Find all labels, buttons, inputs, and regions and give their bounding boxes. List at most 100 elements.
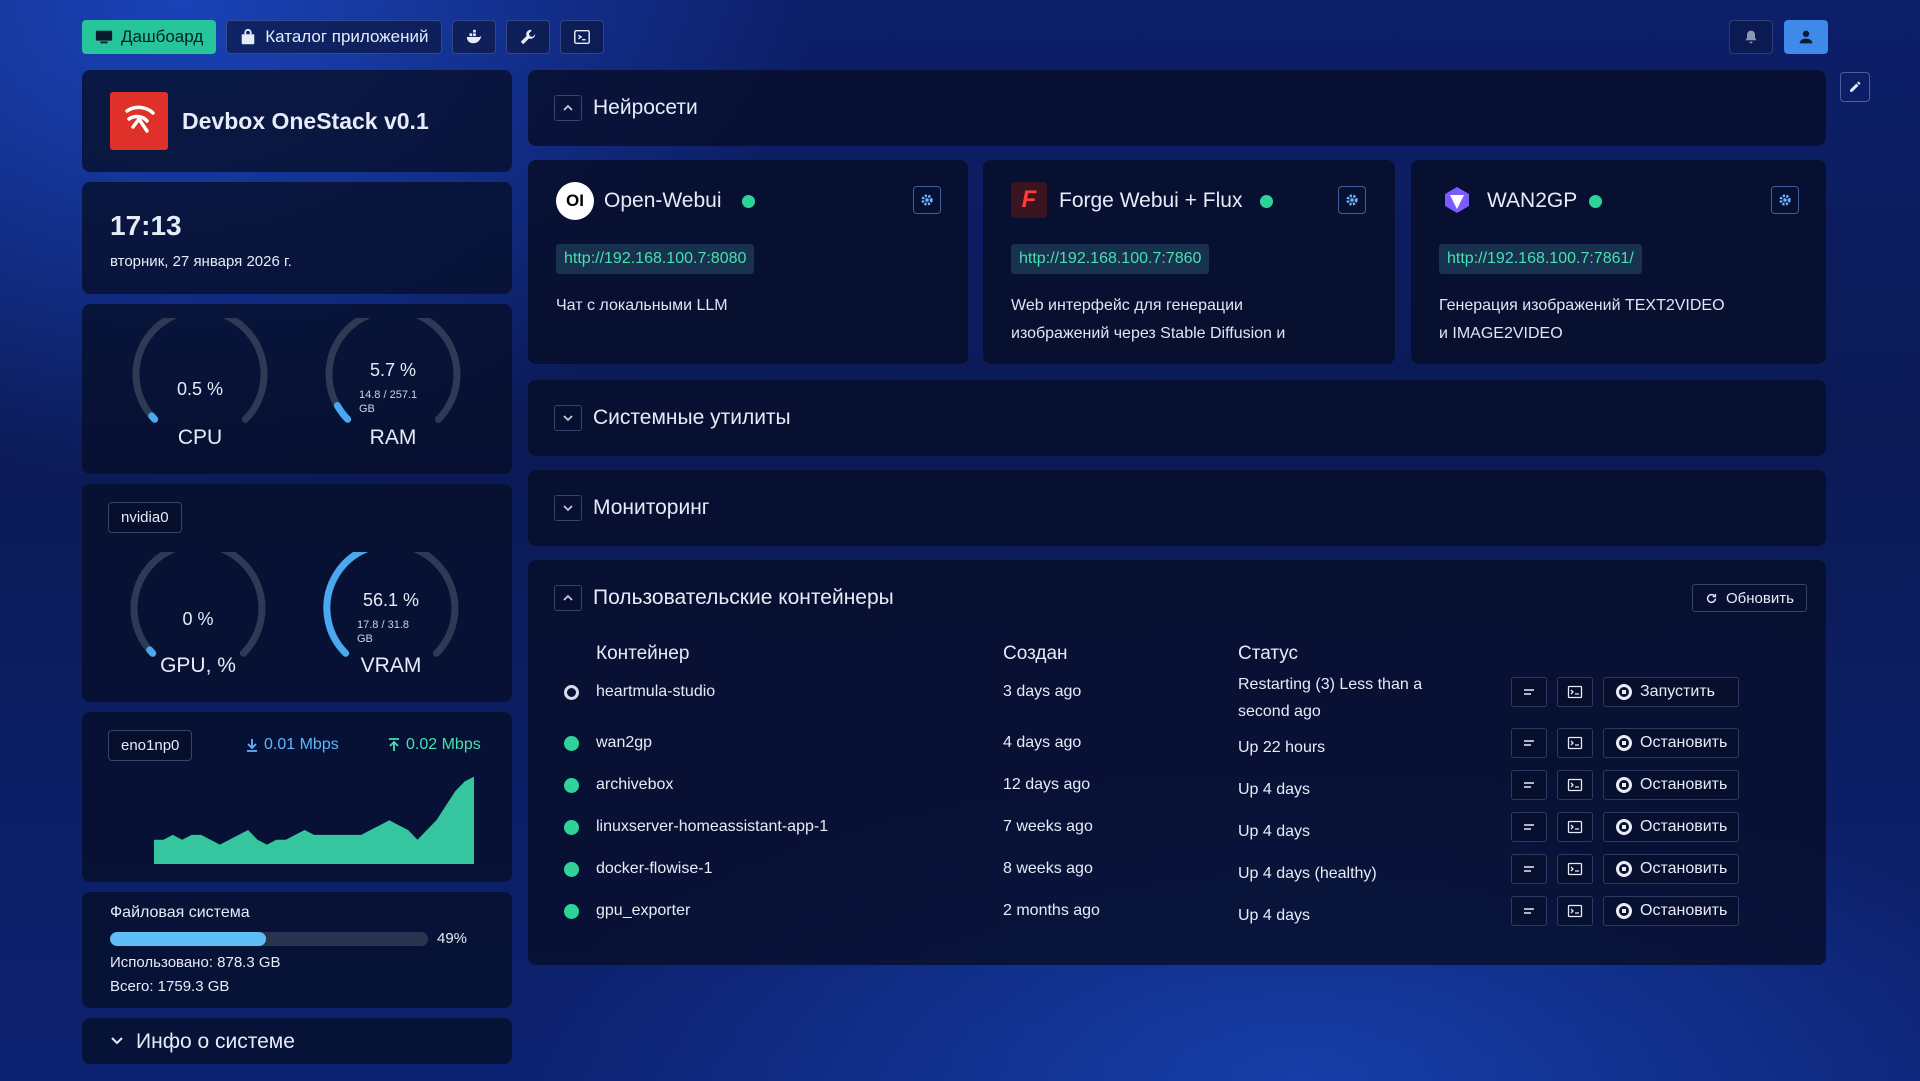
- app-card-wan2gp[interactable]: WAN2GP http://192.168.100.7:7861/ Генера…: [1411, 160, 1826, 364]
- logs-icon: [1524, 689, 1534, 695]
- container-created: 2 months ago: [1003, 902, 1100, 919]
- cpu-ram-card: 0.5 % CPU 5.7 % 14.8 / 257.1 GB RAM: [82, 304, 512, 474]
- container-status: Up 4 days: [1238, 907, 1311, 924]
- console-button[interactable]: [1557, 896, 1593, 926]
- bell-icon: [1745, 30, 1757, 44]
- console-button[interactable]: [1557, 812, 1593, 842]
- edit-layout-button[interactable]: [1840, 72, 1870, 102]
- app-settings-button[interactable]: [913, 186, 941, 214]
- container-name: heartmula-studio: [596, 683, 716, 700]
- refresh-button[interactable]: Обновить: [1692, 584, 1807, 612]
- container-created: 12 days ago: [1003, 776, 1091, 793]
- terminal-button[interactable]: [559, 20, 604, 54]
- filesystem-bar: [110, 932, 428, 946]
- stop-button[interactable]: Остановить: [1603, 896, 1739, 926]
- gpu-gauge-track: [130, 552, 266, 657]
- stop-button[interactable]: Остановить: [1603, 854, 1739, 884]
- open-webui-logo-text: OI: [566, 191, 584, 210]
- logs-button[interactable]: [1511, 728, 1547, 758]
- clock-card: 17:13 вторник, 27 января 2026 г.: [82, 182, 512, 294]
- filesystem-title: Файловая система: [110, 904, 250, 921]
- docker-button[interactable]: [451, 20, 496, 54]
- chevron-down-icon: [111, 1037, 123, 1045]
- gpu-value: 0 %: [182, 609, 214, 629]
- stop-icon: [1616, 819, 1632, 835]
- nav-catalog-button[interactable]: Каталог приложений: [226, 20, 442, 54]
- app-description: Web интерфейс для генерации изображений ч…: [1011, 292, 1351, 348]
- sysinfo-toggle[interactable]: Инфо о системе: [82, 1018, 512, 1064]
- start-icon: [1616, 684, 1632, 700]
- ram-value: 5.7 %: [369, 360, 417, 380]
- section-containers-collapse-button[interactable]: [554, 585, 582, 611]
- ram-detail-amount: 14.8 / 257.1: [359, 389, 418, 401]
- section-ai-header[interactable]: Нейросети: [528, 70, 1826, 146]
- logs-button[interactable]: [1511, 896, 1547, 926]
- vram-value: 56.1 %: [362, 590, 420, 610]
- action-label: Остановить: [1640, 860, 1728, 877]
- console-button[interactable]: [1557, 770, 1593, 800]
- onestack-logo-icon: [125, 105, 155, 133]
- logs-icon: [1524, 824, 1534, 830]
- logs-icon: [1524, 866, 1534, 872]
- gpu-gauge: [130, 552, 266, 657]
- app-description-line: и IMAGE2VIDEO: [1439, 325, 1563, 342]
- status-dot: [1260, 195, 1273, 208]
- table-row: archivebox 12 days ago Up 4 days Останов…: [528, 770, 1828, 800]
- section-utils-expand-button[interactable]: [554, 405, 582, 431]
- app-settings-button[interactable]: [1338, 186, 1366, 214]
- logs-button[interactable]: [1511, 770, 1547, 800]
- gear-icon: [1779, 194, 1791, 206]
- stop-button[interactable]: Остановить: [1603, 770, 1739, 800]
- cpu-gauge-track: [132, 318, 268, 423]
- app-url-link[interactable]: http://192.168.100.7:8080: [556, 244, 755, 274]
- app-card-open-webui[interactable]: OI Open-Webui http://192.168.100.7:8080 …: [528, 160, 968, 364]
- app-description-line: Генерация изображений TEXT2VIDEO: [1439, 297, 1725, 314]
- network-down-value: 0.01 Mbps: [264, 736, 339, 753]
- network-area: [154, 776, 474, 864]
- app-title: WAN2GP: [1487, 189, 1578, 212]
- section-ai-collapse-button[interactable]: [554, 95, 582, 121]
- app-url-link[interactable]: http://192.168.100.7:7861/: [1439, 244, 1642, 274]
- stop-button[interactable]: Остановить: [1603, 728, 1739, 758]
- status-indicator-restarting: [564, 685, 579, 700]
- cpu-label: CPU: [177, 426, 223, 449]
- refresh-icon: [1706, 593, 1717, 603]
- table-row: linuxserver-homeassistant-app-1 7 weeks …: [528, 812, 1828, 842]
- tools-button[interactable]: [505, 20, 550, 54]
- upload-icon: [389, 738, 399, 751]
- section-monitoring-expand-button[interactable]: [554, 495, 582, 521]
- terminal-icon: [1567, 736, 1583, 750]
- start-button[interactable]: Запустить: [1603, 677, 1739, 707]
- user-button[interactable]: [1784, 20, 1828, 54]
- container-created: 7 weeks ago: [1003, 818, 1093, 835]
- app-description: Чат с локальными LLM: [556, 297, 728, 314]
- console-button[interactable]: [1557, 677, 1593, 707]
- column-header-container: Контейнер: [596, 643, 690, 664]
- status-indicator-up: [564, 778, 579, 793]
- brand-logo: [110, 92, 168, 150]
- gpu-device-chip[interactable]: nvidia0: [108, 502, 182, 533]
- logs-button[interactable]: [1511, 854, 1547, 884]
- logs-button[interactable]: [1511, 812, 1547, 842]
- gear-icon: [1346, 194, 1358, 206]
- notifications-button[interactable]: [1729, 20, 1773, 54]
- gear-icon: [921, 194, 933, 206]
- refresh-label: Обновить: [1726, 589, 1794, 607]
- section-utils-header[interactable]: Системные утилиты: [528, 380, 1826, 456]
- app-url-link[interactable]: http://192.168.100.7:7860: [1011, 244, 1210, 274]
- console-button[interactable]: [1557, 854, 1593, 884]
- filesystem-used: Использовано: 878.3 GB: [110, 954, 281, 971]
- network-iface-chip[interactable]: eno1np0: [108, 730, 193, 761]
- logs-button[interactable]: [1511, 677, 1547, 707]
- chevron-down-icon: [563, 415, 573, 422]
- table-row: heartmula-studio 3 days ago Restarting (…: [528, 676, 1828, 720]
- terminal-icon: [1567, 778, 1583, 792]
- section-monitoring-header[interactable]: Мониторинг: [528, 470, 1826, 546]
- app-card-forge-webui[interactable]: F Forge Webui + Flux http://192.168.100.…: [983, 160, 1395, 364]
- console-button[interactable]: [1557, 728, 1593, 758]
- app-settings-button[interactable]: [1771, 186, 1799, 214]
- vram-label: VRAM: [360, 654, 422, 677]
- stop-button[interactable]: Остановить: [1603, 812, 1739, 842]
- nav-dashboard-button[interactable]: Дашбоард: [82, 20, 217, 54]
- gpu-card: nvidia0 0 % GPU, % 56.1 % 17.8 / 31.8 GB …: [82, 484, 512, 702]
